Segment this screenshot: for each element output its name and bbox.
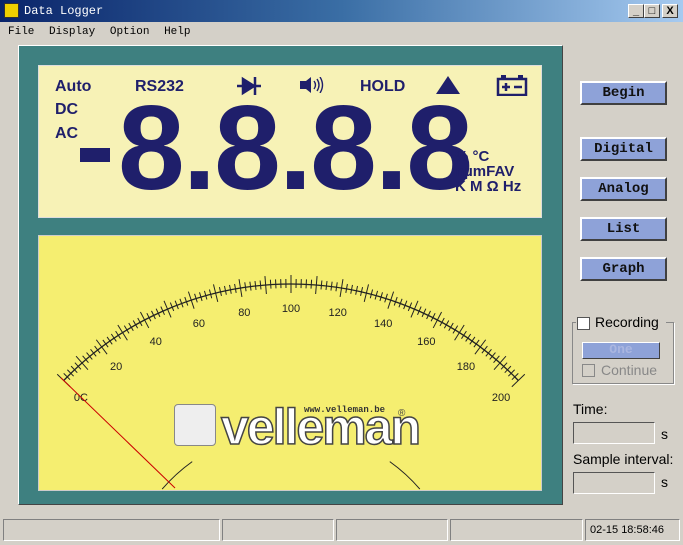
one-button[interactable]: One bbox=[582, 342, 660, 359]
scale-tick bbox=[269, 279, 272, 289]
scale-label: 180 bbox=[457, 361, 475, 373]
maximize-button[interactable]: □ bbox=[644, 4, 660, 18]
scale-tick bbox=[244, 282, 247, 292]
scale-tick bbox=[249, 281, 252, 291]
sample-interval-field[interactable] bbox=[573, 472, 655, 494]
sample-interval-label: Sample interval: bbox=[573, 451, 674, 467]
title-bar: Data Logger _ □ X bbox=[0, 0, 683, 22]
units-line-2: nµmFAV bbox=[455, 163, 515, 180]
status-pane-1 bbox=[3, 519, 220, 541]
scale-tick bbox=[454, 324, 465, 341]
digital-button[interactable]: Digital bbox=[580, 137, 667, 161]
scale-label: 140 bbox=[374, 318, 392, 330]
scale-label: 160 bbox=[417, 336, 435, 348]
begin-button[interactable]: Begin bbox=[580, 81, 667, 105]
scale-tick bbox=[95, 339, 108, 355]
scale-tick bbox=[259, 280, 262, 290]
dc-indicator: DC bbox=[55, 101, 79, 118]
battery-icon bbox=[496, 75, 528, 96]
menu-file[interactable]: File bbox=[8, 26, 34, 38]
scale-tick bbox=[320, 280, 323, 290]
scale-label: 80 bbox=[238, 307, 250, 319]
ac-indicator: AC bbox=[55, 125, 79, 142]
scale-tick bbox=[493, 355, 507, 371]
registered-mark: ® bbox=[398, 408, 406, 419]
sign-minus bbox=[80, 148, 110, 162]
status-pane-2 bbox=[222, 519, 334, 541]
list-button[interactable]: List bbox=[580, 217, 667, 241]
recording-label: Recording bbox=[595, 314, 659, 330]
menu-display[interactable]: Display bbox=[49, 26, 95, 38]
scale-tick bbox=[117, 324, 128, 341]
unit-indicators: % °C nµmFAV K M Ω Hz bbox=[455, 149, 521, 194]
inner-arc bbox=[161, 461, 193, 490]
status-pane-4 bbox=[450, 519, 583, 541]
sample-interval-unit: s bbox=[661, 474, 668, 490]
scale-tick bbox=[254, 280, 257, 291]
time-unit: s bbox=[661, 426, 668, 442]
analog-button[interactable]: Analog bbox=[580, 177, 667, 201]
scale-tick bbox=[330, 281, 333, 291]
time-field[interactable] bbox=[573, 422, 655, 444]
status-pane-3 bbox=[336, 519, 448, 541]
velleman-logo-icon bbox=[174, 404, 216, 446]
status-datetime: 02-15 18:58:46 bbox=[585, 519, 680, 541]
units-line-1: % °C bbox=[455, 148, 490, 165]
auto-indicator: Auto bbox=[55, 78, 92, 95]
scale-label: 100 bbox=[282, 303, 300, 315]
menu-option[interactable]: Option bbox=[110, 26, 150, 38]
minimize-button[interactable]: _ bbox=[628, 4, 644, 18]
inner-arc bbox=[389, 461, 421, 490]
window-title: Data Logger bbox=[24, 4, 104, 18]
scale-tick bbox=[325, 280, 328, 291]
scale-label: 120 bbox=[329, 307, 347, 319]
scale-tick bbox=[163, 300, 172, 318]
brand-name: velleman bbox=[220, 399, 422, 455]
scale-arc bbox=[63, 283, 519, 381]
units-line-3: K M Ω Hz bbox=[455, 178, 522, 195]
analog-dial: 0C 20 40 60 80 100 120 140 160 180 200 www.vellema… bbox=[38, 235, 542, 491]
continue-label: Continue bbox=[601, 362, 658, 378]
scale-tick bbox=[310, 279, 313, 289]
recording-checkbox[interactable] bbox=[577, 317, 590, 330]
scale-tick bbox=[75, 355, 89, 371]
scale-label: 60 bbox=[193, 318, 205, 330]
scale-tick bbox=[474, 339, 487, 355]
scale-tick bbox=[410, 300, 419, 318]
needle bbox=[60, 377, 176, 489]
continue-checkbox[interactable] bbox=[582, 364, 595, 377]
menu-bar: File Display Option Help bbox=[0, 22, 190, 42]
scale-label: 200 bbox=[492, 392, 510, 404]
scale-tick bbox=[335, 282, 338, 292]
graph-button[interactable]: Graph bbox=[580, 257, 667, 281]
close-button[interactable]: X bbox=[662, 4, 678, 18]
scale-label: 20 bbox=[110, 361, 122, 373]
digit-readout: 8.8.8.8 bbox=[118, 81, 473, 215]
scale-label: 40 bbox=[150, 336, 162, 348]
time-label: Time: bbox=[573, 401, 608, 417]
menu-help[interactable]: Help bbox=[164, 26, 190, 38]
app-icon bbox=[4, 3, 19, 18]
